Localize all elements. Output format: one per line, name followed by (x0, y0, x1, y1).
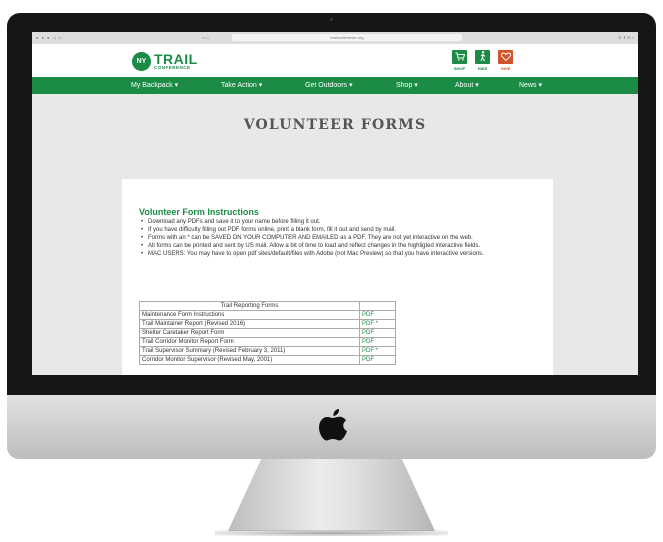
table-row: Trail Supervisor Summary (Revised Februa… (139, 346, 396, 356)
form-name: Corridor Monitor Supervisor (Revised May… (139, 355, 360, 365)
forms-table: Trail Reporting Forms Maintenance Form I… (139, 301, 396, 365)
nav-my-backpack[interactable]: My Backpack ▾ (131, 81, 178, 89)
nav-shop[interactable]: Shop ▾ (396, 81, 418, 89)
pdf-link[interactable]: PDF (359, 355, 396, 365)
pdf-link[interactable]: PDF (359, 310, 396, 320)
browser-actions[interactable]: ⚙ ⬆ ⊞ + (618, 35, 634, 40)
form-name: Maintenance Form Instructions (139, 310, 360, 320)
heart-icon (500, 52, 511, 62)
screen: ● ● ● ◁ ▷ ▭ ⌂ trailconference.org ⚙ ⬆ ⊞ … (32, 32, 638, 375)
site-header: NY NJ TRAIL CONFERENCE SHOP HIKE GIVE (32, 44, 638, 84)
sidebar-toggle-icon[interactable]: ▭ ⌂ (202, 35, 209, 40)
pdf-link[interactable]: PDF * (359, 319, 396, 329)
table-header: Trail Reporting Forms (139, 301, 360, 311)
content-panel: Volunteer Form Instructions Download any… (122, 179, 553, 375)
shop-label[interactable]: SHOP (450, 66, 469, 71)
form-name: Trail Corridor Monitor Report Form (139, 337, 360, 347)
table-header-row: Trail Reporting Forms (139, 301, 396, 311)
form-name: Shelter Caretaker Report Form (139, 328, 360, 338)
hike-label[interactable]: HIKE (473, 66, 492, 71)
camera (330, 18, 333, 21)
main-nav: My Backpack ▾ Take Action ▾ Get Outdoors… (32, 77, 638, 94)
table-row: Trail Corridor Monitor Report Form PDF (139, 337, 396, 347)
nav-take-action[interactable]: Take Action ▾ (221, 81, 262, 89)
pdf-link[interactable]: PDF * (359, 346, 396, 356)
shop-button[interactable] (452, 50, 467, 64)
stand-shadow (215, 530, 448, 536)
give-button[interactable] (498, 50, 513, 64)
window-controls[interactable]: ● ● ● ◁ ▷ (36, 35, 63, 40)
instruction-item: Download any PDFs and save it to your na… (141, 218, 554, 226)
section-title: Volunteer Form Instructions (139, 207, 259, 217)
hike-button[interactable] (475, 50, 490, 64)
pdf-link[interactable]: PDF (359, 328, 396, 338)
give-label[interactable]: GIVE (496, 66, 515, 71)
form-name: Trail Supervisor Summary (Revised Februa… (139, 346, 360, 356)
logo-mark-icon: NY NJ (132, 52, 151, 84)
logo-subtitle: CONFERENCE (154, 65, 191, 70)
apple-logo-icon (319, 409, 347, 441)
page-title: VOLUNTEER FORMS (243, 117, 427, 133)
table-row: Corridor Monitor Supervisor (Revised May… (139, 355, 396, 365)
table-header-blank (359, 301, 396, 311)
instruction-list: Download any PDFs and save it to your na… (139, 218, 554, 259)
instruction-item: All forms can be printed and sent by US … (141, 242, 554, 250)
pdf-link[interactable]: PDF (359, 337, 396, 347)
table-row: Maintenance Form Instructions PDF (139, 310, 396, 320)
cart-icon (455, 52, 465, 61)
nav-about[interactable]: About ▾ (455, 81, 479, 89)
form-name: Trail Maintainer Report (Revised 2016) (139, 319, 360, 329)
instruction-item: MAC USERS: You may have to open pdf site… (141, 250, 554, 258)
nav-news[interactable]: News ▾ (519, 81, 542, 89)
instruction-item: Forms with an * can be SAVED ON YOUR COM… (141, 234, 554, 242)
table-row: Trail Maintainer Report (Revised 2016) P… (139, 319, 396, 329)
address-bar[interactable]: trailconference.org (232, 34, 462, 41)
imac-stand (228, 459, 435, 531)
nav-get-outdoors[interactable]: Get Outdoors ▾ (305, 81, 352, 89)
instruction-item: If you have difficulty filling out PDF f… (141, 226, 554, 234)
hiker-icon (480, 51, 485, 62)
table-row: Shelter Caretaker Report Form PDF (139, 328, 396, 338)
